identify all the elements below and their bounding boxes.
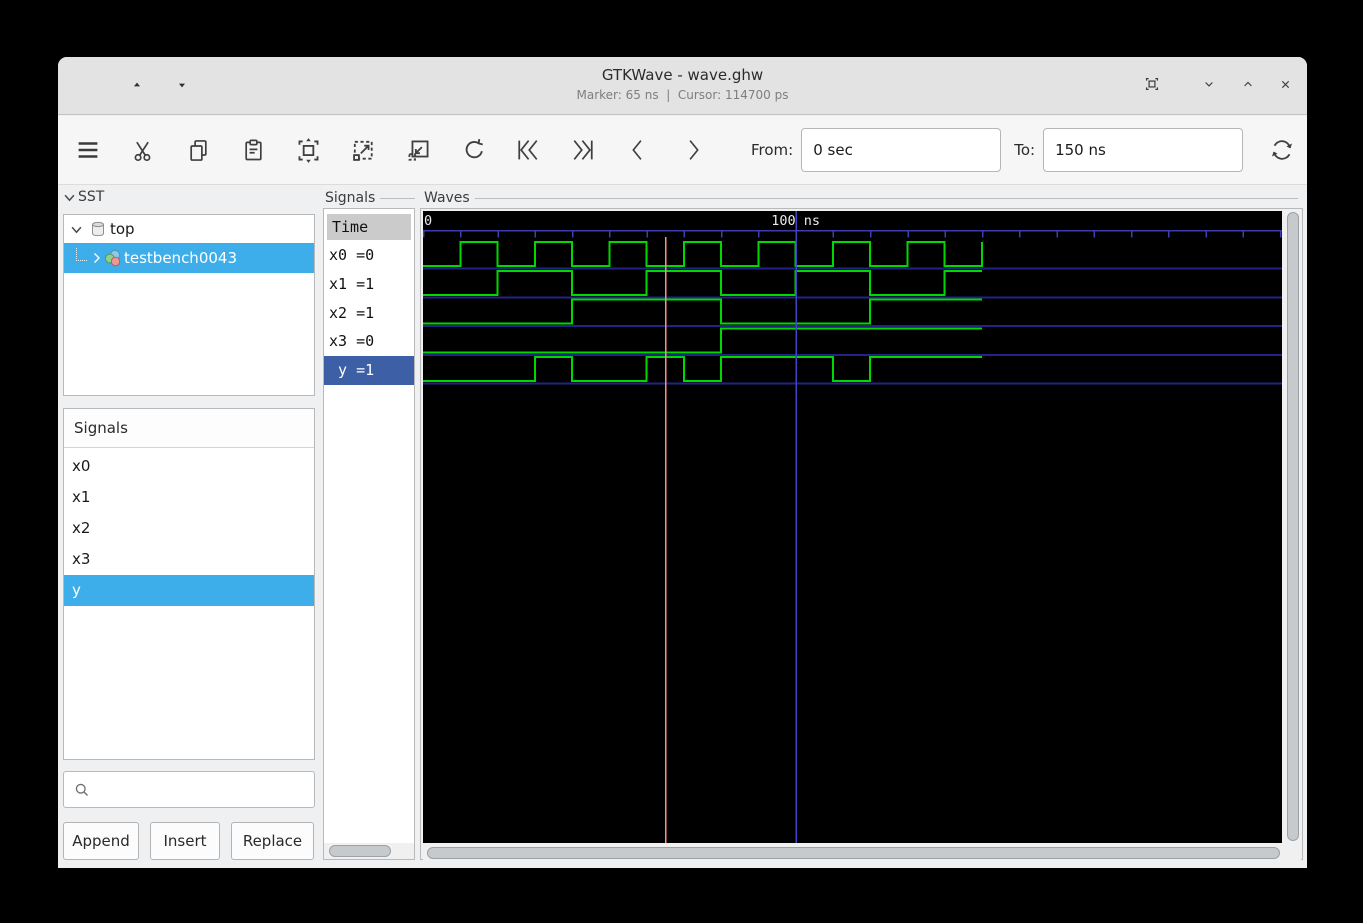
- skip-to-end-button[interactable]: [566, 133, 600, 167]
- waveform-canvas[interactable]: 0 100 ns: [422, 211, 1282, 843]
- step-left-button[interactable]: [621, 133, 655, 167]
- signal-browser-header: Signals: [64, 409, 314, 448]
- list-item-x0[interactable]: x0: [64, 451, 314, 482]
- chevron-right-icon: [679, 136, 707, 164]
- collapse-chevron-icon[interactable]: [64, 193, 75, 202]
- waves-vscroll-thumb[interactable]: [1287, 212, 1299, 841]
- sst-legend: SST: [64, 189, 124, 205]
- clipboard-icon: [240, 137, 267, 164]
- sst-tree: top testbench0043: [63, 214, 315, 396]
- signals-hscroll-thumb[interactable]: [329, 845, 391, 857]
- zoom-out-icon: [349, 136, 378, 165]
- hamburger-menu-icon: [73, 135, 103, 165]
- waves-legend: Waves: [424, 190, 1298, 206]
- sst-node-label: testbench0043: [124, 249, 237, 267]
- fullscreen-button[interactable]: [1139, 73, 1165, 99]
- signals-column-legend: Signals: [325, 190, 415, 206]
- cut-button[interactable]: [126, 133, 160, 167]
- paste-button[interactable]: [236, 133, 270, 167]
- expander-right-icon[interactable]: [92, 252, 101, 264]
- waves-vscroll-track[interactable]: [1285, 211, 1301, 843]
- to-label: To:: [1014, 141, 1036, 159]
- zoom-fit-button[interactable]: [291, 133, 325, 167]
- insert-button[interactable]: Insert: [150, 822, 220, 860]
- from-label: From:: [751, 141, 794, 159]
- signal-row-x2[interactable]: x2 =1: [324, 299, 414, 328]
- replace-button[interactable]: Replace: [231, 822, 314, 860]
- waveform-svg: 0 100 ns: [422, 211, 1282, 843]
- toolbar: From: To:: [58, 116, 1307, 185]
- step-right-button[interactable]: [676, 133, 710, 167]
- reload-button[interactable]: [1265, 133, 1299, 167]
- waves-hscroll-track[interactable]: [423, 846, 1301, 860]
- zoom-fit-icon: [294, 136, 323, 165]
- signals-hscroll-track[interactable]: [324, 843, 414, 859]
- minimize-button[interactable]: [1196, 73, 1222, 99]
- maximize-button[interactable]: [1235, 73, 1261, 99]
- list-item-x1[interactable]: x1: [64, 482, 314, 513]
- signals-column: Time x0 =0 x1 =1 x2 =1 x3 =0 y =1: [323, 208, 415, 860]
- fullscreen-icon: [1142, 74, 1162, 98]
- close-button[interactable]: [1272, 73, 1298, 99]
- search-icon: [72, 780, 92, 800]
- chevron-up-icon: [1239, 75, 1257, 97]
- waves-hscroll-thumb[interactable]: [427, 847, 1280, 859]
- reload-icon: [1268, 136, 1296, 164]
- titlebar: GTKWave - wave.ghw Marker: 65 ns | Curso…: [58, 57, 1307, 115]
- list-item-y[interactable]: y: [64, 575, 314, 606]
- signal-row-x1[interactable]: x1 =1: [324, 270, 414, 299]
- chevron-down-icon: [1200, 75, 1218, 97]
- list-item-x3[interactable]: x3: [64, 544, 314, 575]
- undo-icon: [459, 136, 487, 164]
- module-spheres-icon: [104, 249, 122, 267]
- from-input[interactable]: [801, 128, 1002, 172]
- close-icon: [1277, 76, 1294, 97]
- skip-start-icon: [513, 135, 543, 165]
- search-input[interactable]: [98, 780, 314, 799]
- marker-cursor-status: Marker: 65 ns | Cursor: 114700 ps: [576, 88, 789, 102]
- sst-node-testbench[interactable]: testbench0043: [64, 243, 314, 273]
- zoom-in-button[interactable]: [401, 133, 435, 167]
- signal-browser: Signals x0 x1 x2 x3 y: [63, 408, 315, 760]
- undo-button[interactable]: [456, 133, 490, 167]
- database-cylinder-icon: [90, 221, 106, 237]
- to-input[interactable]: [1043, 128, 1244, 172]
- sst-node-top[interactable]: top: [64, 215, 314, 243]
- waves-panel: 0 100 ns: [420, 208, 1303, 860]
- tree-branch-line: [76, 247, 87, 261]
- time-column-header[interactable]: Time: [327, 214, 411, 240]
- window-title: GTKWave - wave.ghw: [601, 66, 764, 84]
- append-button[interactable]: Append: [63, 822, 139, 860]
- skip-end-icon: [568, 135, 598, 165]
- menu-button[interactable]: [71, 133, 105, 167]
- signal-row-y[interactable]: y =1: [324, 356, 414, 385]
- signal-search[interactable]: [63, 771, 315, 808]
- signal-row-x3[interactable]: x3 =0: [324, 327, 414, 356]
- zoom-out-full-button[interactable]: [346, 133, 380, 167]
- expander-down-icon[interactable]: [71, 225, 82, 234]
- sst-node-label: top: [110, 220, 135, 238]
- scissors-icon: [130, 137, 157, 164]
- svg-text:0: 0: [424, 213, 432, 229]
- skip-to-start-button[interactable]: [511, 133, 545, 167]
- copy-button[interactable]: [181, 133, 215, 167]
- chevron-left-icon: [624, 136, 652, 164]
- copy-icon: [185, 137, 212, 164]
- signal-row-x0[interactable]: x0 =0: [324, 241, 414, 270]
- gtkwave-window: GTKWave - wave.ghw Marker: 65 ns | Curso…: [58, 57, 1307, 868]
- zoom-in-icon: [404, 136, 433, 165]
- list-item-x2[interactable]: x2: [64, 513, 314, 544]
